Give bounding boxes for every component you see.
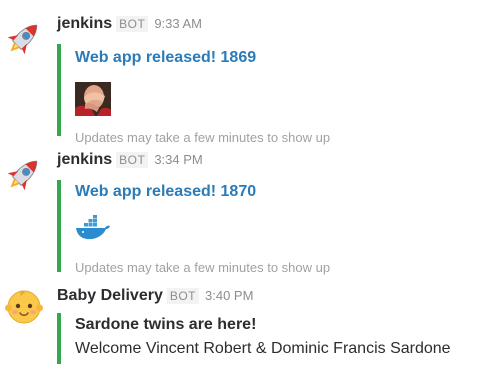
sender-name[interactable]: jenkins — [57, 15, 112, 32]
docker-whale-icon[interactable] — [75, 212, 111, 246]
bot-badge: BOT — [116, 16, 149, 32]
timestamp[interactable]: 9:33 AM — [154, 16, 202, 31]
message-header: jenkins BOT 3:34 PM — [57, 150, 203, 170]
message: jenkins BOT 3:34 PM Web app released! 1870… — [0, 150, 480, 275]
attachment: Web app released! 1869 Updates may take … — [57, 44, 330, 145]
sender-name[interactable]: jenkins — [57, 151, 112, 168]
sender-name[interactable]: Baby Delivery — [57, 287, 163, 304]
message: jenkins BOT 9:33 AM Web app released! 1869… — [0, 14, 480, 145]
attachment: Sardone twins are here! Welcome Vincent … — [57, 313, 451, 364]
timestamp[interactable]: 3:40 PM — [205, 288, 253, 303]
rocket-icon[interactable] — [4, 154, 44, 194]
message-header: Baby Delivery BOT 3:40 PM — [57, 286, 253, 306]
attachment: Web app released! 1870 Updates may take … — [57, 180, 330, 275]
message-header: jenkins BOT 9:33 AM — [57, 14, 202, 34]
attachment-title[interactable]: Web app released! 1869 — [75, 48, 330, 68]
baby-face-icon[interactable] — [4, 286, 44, 326]
attachment-title: Sardone twins are here! — [75, 316, 257, 333]
bot-badge: BOT — [116, 152, 149, 168]
facepalm-icon[interactable] — [75, 82, 111, 116]
attachment-footer: Updates may take a few minutes to show u… — [75, 260, 331, 275]
rocket-icon[interactable] — [4, 18, 44, 58]
attachment-footer: Updates may take a few minutes to show u… — [75, 130, 331, 145]
bot-badge: BOT — [166, 288, 200, 304]
attachment-title[interactable]: Web app released! 1870 — [75, 182, 330, 202]
attachment-text: Welcome Vincent Robert & Dominic Francis… — [75, 340, 451, 357]
timestamp[interactable]: 3:34 PM — [154, 152, 202, 167]
message: Baby Delivery BOT 3:40 PM Sardone twins ar… — [0, 286, 480, 364]
